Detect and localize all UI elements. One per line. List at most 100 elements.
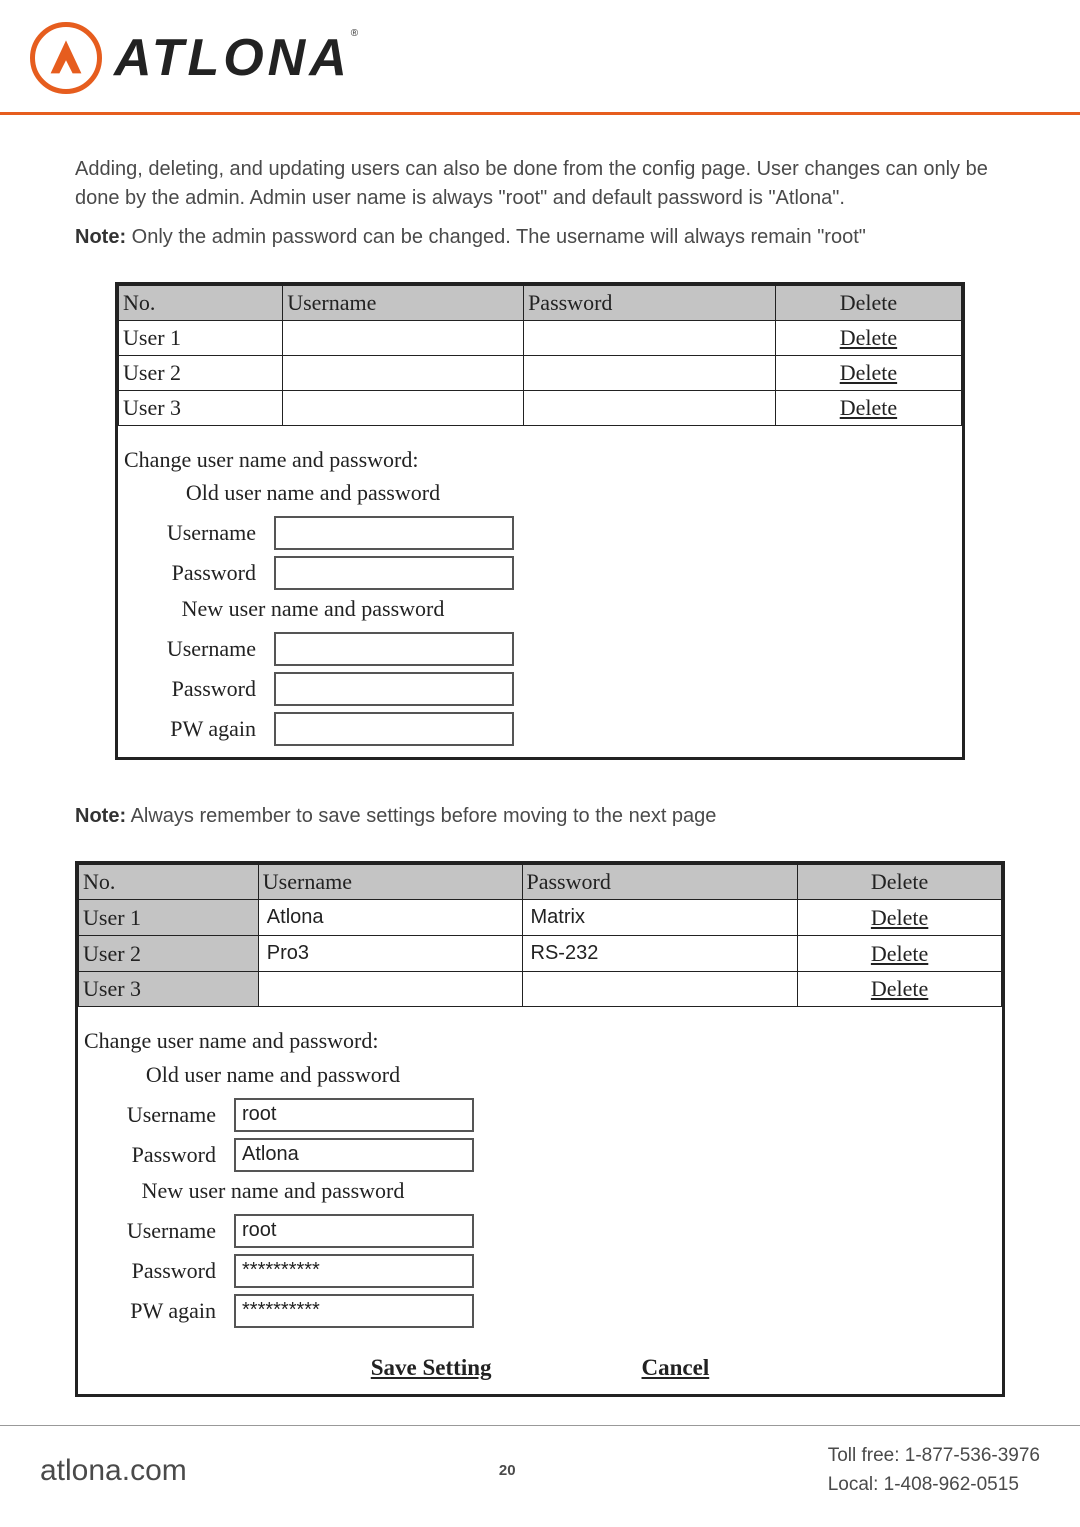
registered-mark: ® (351, 28, 358, 39)
password-input[interactable]: Matrix (527, 901, 788, 934)
cell-no: User 1 (119, 320, 283, 355)
username-input[interactable]: Pro3 (263, 937, 513, 970)
tollfree-number: Toll free: 1-877-536-3976 (828, 1442, 1040, 1471)
pw-again-input[interactable] (274, 712, 514, 746)
intro-note: Note: Only the admin password can be cha… (75, 223, 1005, 252)
form-row: Username (118, 513, 962, 553)
footer-site: atlona.com (40, 1454, 187, 1488)
cell-password (522, 972, 798, 1007)
form-row: Password (118, 553, 962, 593)
intro-paragraph: Adding, deleting, and updating users can… (75, 155, 1005, 213)
table-header-row: No. Username Password Delete (79, 865, 1002, 900)
cell-no: User 3 (79, 972, 259, 1007)
password-label: Password (124, 557, 274, 589)
cell-delete: Delete (775, 390, 961, 425)
form-row: Username root (78, 1095, 1002, 1135)
username-label: Username (124, 517, 274, 549)
delete-link[interactable]: Delete (840, 325, 897, 350)
header-username: Username (283, 286, 524, 321)
delete-link[interactable]: Delete (871, 905, 928, 930)
password-label: Password (84, 1255, 234, 1287)
footer-phones: Toll free: 1-877-536-3976 Local: 1-408-9… (828, 1442, 1040, 1499)
header-delete: Delete (798, 865, 1002, 900)
cancel-button[interactable]: Cancel (642, 1351, 710, 1384)
delete-link[interactable]: Delete (871, 976, 928, 1001)
password-input[interactable] (528, 360, 766, 386)
username-input[interactable] (287, 325, 514, 351)
table-row: User 1 Delete (119, 320, 962, 355)
mid-note: Note: Always remember to save settings b… (75, 802, 1005, 831)
cell-delete: Delete (775, 355, 961, 390)
password-input[interactable] (528, 325, 766, 351)
username-input[interactable]: Atlona (263, 901, 513, 934)
new-username-input[interactable] (274, 632, 514, 666)
username-label: Username (84, 1099, 234, 1131)
new-username-input[interactable]: root (234, 1214, 474, 1248)
old-credentials-heading: Old user name and password (118, 477, 508, 513)
cell-delete: Delete (798, 936, 1002, 972)
table-header-row: No. Username Password Delete (119, 286, 962, 321)
form-row: Password ********** (78, 1251, 1002, 1291)
table-row: User 2 Pro3 RS-232 Delete (79, 936, 1002, 972)
form-row: Username root (78, 1211, 1002, 1251)
delete-link[interactable]: Delete (871, 941, 928, 966)
table-row: User 3 Delete (79, 972, 1002, 1007)
old-password-input[interactable] (274, 556, 514, 590)
header-password: Password (524, 286, 776, 321)
header-no: No. (79, 865, 259, 900)
cell-no: User 1 (79, 900, 259, 936)
form-row: Password (118, 669, 962, 709)
form-title: Change user name and password: (78, 1025, 1002, 1059)
atlona-logo-icon (30, 22, 102, 94)
username-input[interactable] (287, 395, 514, 421)
table-row: User 1 Atlona Matrix Delete (79, 900, 1002, 936)
new-password-input[interactable] (274, 672, 514, 706)
username-input[interactable] (263, 976, 513, 1002)
header-delete: Delete (775, 286, 961, 321)
user-table: No. Username Password Delete User 1 Dele… (118, 285, 962, 426)
password-input[interactable]: RS-232 (527, 937, 788, 970)
password-input[interactable] (527, 976, 788, 1002)
save-setting-button[interactable]: Save Setting (371, 1351, 492, 1384)
table-row: User 2 Delete (119, 355, 962, 390)
password-label: Password (124, 673, 274, 705)
delete-link[interactable]: Delete (840, 360, 897, 385)
cell-no: User 2 (79, 936, 259, 972)
password-label: Password (84, 1139, 234, 1171)
new-credentials-heading: New user name and password (78, 1175, 468, 1211)
form-row: PW again ********** (78, 1291, 1002, 1331)
user-table: No. Username Password Delete User 1 Atlo… (78, 864, 1002, 1007)
cell-delete: Delete (775, 320, 961, 355)
note-text: Always remember to save settings before … (126, 805, 716, 827)
cell-username (283, 320, 524, 355)
form-row: Username (118, 629, 962, 669)
note-label: Note: (75, 226, 126, 248)
table-row: User 3 Delete (119, 390, 962, 425)
cell-username (258, 972, 522, 1007)
cell-password (524, 390, 776, 425)
header-password: Password (522, 865, 798, 900)
pw-again-label: PW again (84, 1295, 234, 1327)
cell-username (283, 355, 524, 390)
pw-again-label: PW again (124, 713, 274, 745)
user-panel-empty: No. Username Password Delete User 1 Dele… (115, 282, 965, 760)
username-input[interactable] (287, 360, 514, 386)
old-username-input[interactable] (274, 516, 514, 550)
username-label: Username (124, 633, 274, 665)
old-username-input[interactable]: root (234, 1098, 474, 1132)
change-credentials-form: Change user name and password: Old user … (78, 1007, 1002, 1339)
old-password-input[interactable]: Atlona (234, 1138, 474, 1172)
password-input[interactable] (528, 395, 766, 421)
form-title: Change user name and password: (118, 444, 962, 478)
username-label: Username (84, 1215, 234, 1247)
local-number: Local: 1-408-962-0515 (828, 1471, 1040, 1500)
footer-page-number: 20 (499, 1462, 516, 1479)
page-header: ATLONA® (0, 0, 1080, 115)
brand-logo: ATLONA® (30, 22, 1050, 94)
pw-again-input[interactable]: ********** (234, 1294, 474, 1328)
cell-password (524, 320, 776, 355)
new-password-input[interactable]: ********** (234, 1254, 474, 1288)
cell-delete: Delete (798, 900, 1002, 936)
note-label: Note: (75, 805, 126, 827)
delete-link[interactable]: Delete (840, 395, 897, 420)
